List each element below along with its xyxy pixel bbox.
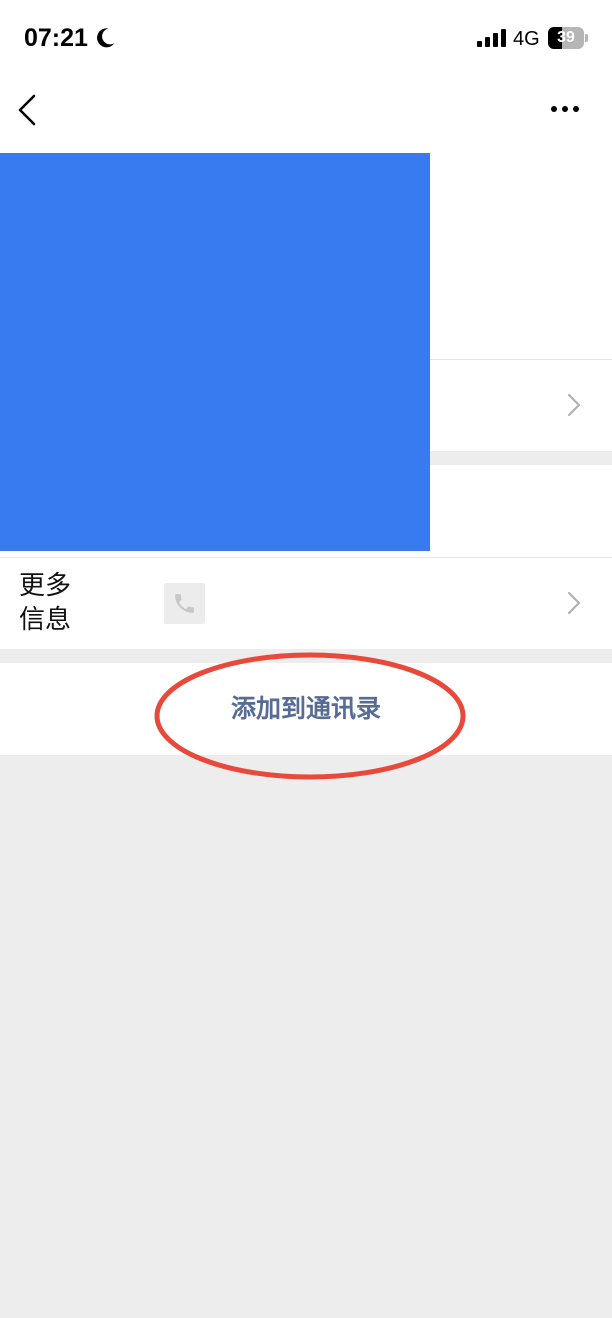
moon-icon [97,28,115,48]
battery-text: 39 [557,29,575,46]
page-background [0,755,612,1318]
signal-icon [477,29,506,47]
add-contact-row: 添加到通讯录 [0,663,612,755]
add-to-contacts-button[interactable]: 添加到通讯录 [0,663,612,755]
chevron-right-icon [567,393,581,417]
back-button[interactable] [8,90,52,140]
more-button[interactable] [540,92,590,126]
more-info-label-line2: 信息 [19,605,72,635]
chevron-right-icon [567,591,581,615]
more-info-label-line1: 更多 [19,571,72,601]
status-bar: 07:21 4G 39 [0,0,612,78]
chevron-left-icon [18,94,36,126]
status-time: 07:21 [24,24,88,52]
section-gap [0,649,612,663]
more-info-row[interactable]: 更多 信息 [0,557,612,649]
battery-tip [585,34,588,42]
nav-bar [0,78,612,153]
redaction-block [0,153,430,551]
network-label: 4G [513,28,540,50]
row-divider [0,557,612,558]
phone-icon [175,594,194,613]
phone-thumbnail [164,583,205,624]
ellipsis-icon [551,106,579,112]
more-info-label: 更多 信息 [19,569,71,637]
battery-icon: 39 [548,27,588,49]
battery-body: 39 [548,27,584,49]
